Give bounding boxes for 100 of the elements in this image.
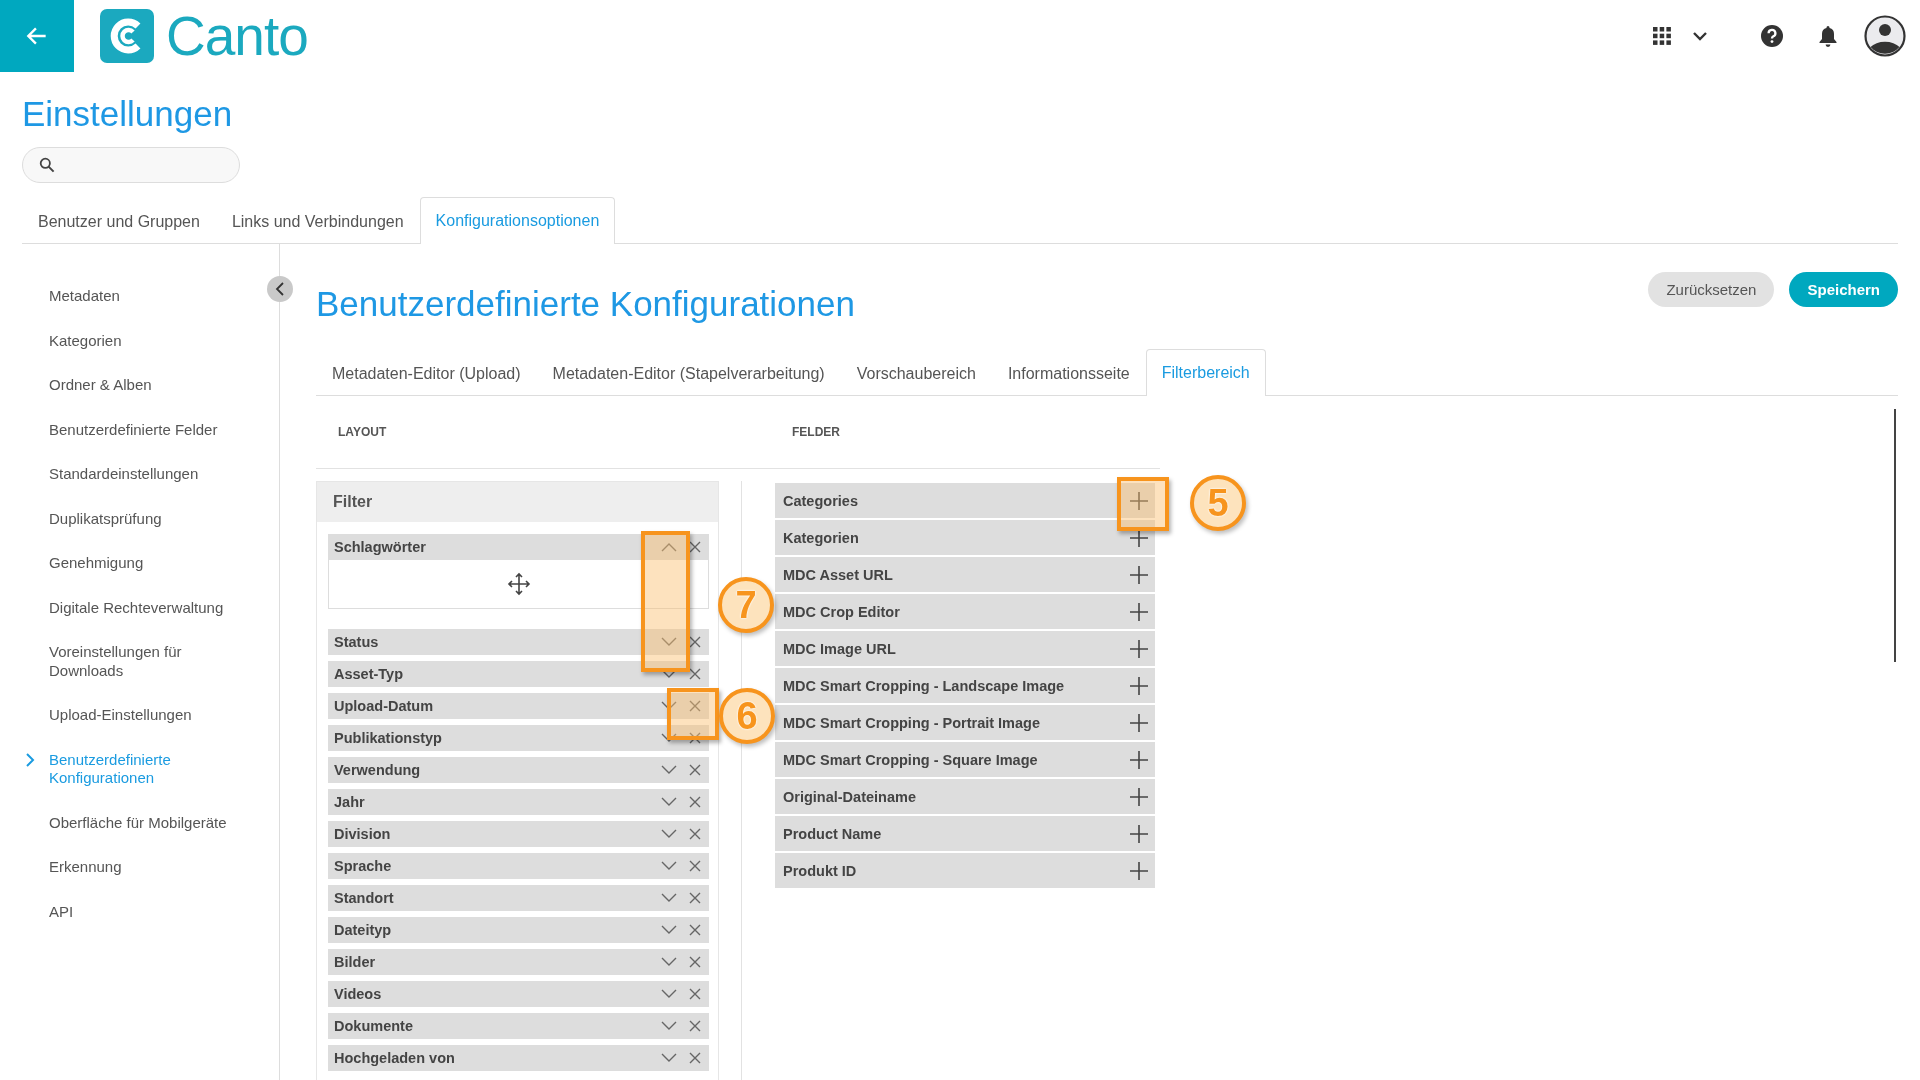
- plus-icon[interactable]: [1130, 824, 1148, 843]
- close-icon[interactable]: [689, 764, 701, 776]
- chevron-down-icon[interactable]: [661, 701, 677, 711]
- sidebar-item[interactable]: Digitale Rechteverwaltung: [49, 598, 224, 617]
- sidebar-item[interactable]: Upload-Einstellungen: [49, 706, 192, 725]
- sidebar-item[interactable]: Erkennung: [49, 858, 122, 877]
- sidebar-item[interactable]: Oberfläche für Mobilgeräte: [49, 813, 227, 832]
- chevron-down-icon[interactable]: [661, 1053, 677, 1063]
- chevron-down-icon[interactable]: [661, 1021, 677, 1031]
- field-row[interactable]: Original-Dateiname: [775, 779, 1155, 814]
- plus-icon[interactable]: [1130, 565, 1148, 584]
- field-row[interactable]: MDC Crop Editor: [775, 594, 1155, 629]
- app-grid-icon[interactable]: [1652, 26, 1672, 46]
- chevron-down-icon[interactable]: [661, 957, 677, 967]
- sidebar-item[interactable]: Duplikatsprüfung: [49, 509, 162, 528]
- field-row[interactable]: MDC Asset URL: [775, 557, 1155, 592]
- close-icon[interactable]: [689, 988, 701, 1000]
- close-icon[interactable]: [689, 828, 701, 840]
- move-icon[interactable]: [506, 572, 531, 596]
- bell-icon[interactable]: [1818, 24, 1838, 48]
- chevron-down-icon[interactable]: [661, 797, 677, 807]
- plus-icon[interactable]: [1130, 713, 1148, 732]
- filter-label: Asset-Typ: [334, 666, 405, 682]
- tab[interactable]: Links und Verbindungen: [215, 198, 420, 244]
- filter-row[interactable]: Bilder: [328, 949, 709, 975]
- chevron-down-icon[interactable]: [661, 893, 677, 903]
- scrollbar[interactable]: [1894, 409, 1896, 662]
- field-row[interactable]: Product Name: [775, 816, 1155, 851]
- search-field[interactable]: [22, 147, 240, 183]
- tab[interactable]: Metadaten-Editor (Stapelverarbeitung): [536, 350, 841, 396]
- filter-row[interactable]: Asset-Typ: [328, 661, 709, 687]
- close-icon[interactable]: [689, 636, 701, 648]
- avatar-icon[interactable]: [1864, 15, 1906, 57]
- field-row[interactable]: Kategorien: [775, 520, 1155, 555]
- field-row[interactable]: MDC Smart Cropping - Portrait Image: [775, 705, 1155, 740]
- field-row[interactable]: MDC Smart Cropping - Landscape Image: [775, 668, 1155, 703]
- sidebar-item[interactable]: Metadaten: [49, 287, 120, 306]
- sidebar-item[interactable]: Genehmigung: [49, 554, 144, 573]
- field-row[interactable]: MDC Image URL: [775, 631, 1155, 666]
- sidebar-item[interactable]: Ordner & Alben: [49, 376, 152, 395]
- close-icon[interactable]: [689, 924, 701, 936]
- chevron-down-icon[interactable]: [661, 765, 677, 775]
- section-title: Benutzerdefinierte Konfigurationen: [316, 284, 855, 324]
- field-row[interactable]: Produkt ID: [775, 853, 1155, 888]
- close-icon[interactable]: [689, 956, 701, 968]
- collapse-button[interactable]: [267, 276, 293, 302]
- filter-row[interactable]: Hochgeladen von: [328, 1045, 709, 1071]
- filter-label: Sprache: [334, 858, 393, 874]
- tab[interactable]: Informationsseite: [991, 350, 1146, 396]
- reset-button[interactable]: Zurücksetzen: [1648, 272, 1775, 307]
- chevron-down-icon[interactable]: [661, 829, 677, 839]
- plus-icon[interactable]: [1130, 750, 1148, 769]
- plus-icon[interactable]: [1130, 787, 1148, 806]
- sidebar-item[interactable]: Benutzerdefinierte Felder: [49, 420, 218, 439]
- chevron-left-icon: [275, 282, 285, 296]
- chevron-down-icon[interactable]: [661, 925, 677, 935]
- help-icon[interactable]: [1760, 24, 1784, 48]
- filter-row[interactable]: Publikationstyp: [328, 725, 709, 751]
- plus-icon[interactable]: [1130, 861, 1148, 880]
- sidebar-item[interactable]: API: [49, 902, 74, 921]
- chevron-right-icon: [25, 751, 35, 768]
- sidebar-item[interactable]: Standardeinstellungen: [49, 465, 199, 484]
- filter-row[interactable]: Status: [328, 629, 709, 655]
- chevron-down-icon[interactable]: [661, 861, 677, 871]
- chevron-down-icon[interactable]: [661, 669, 677, 679]
- filter-label: Bilder: [334, 954, 377, 970]
- close-icon[interactable]: [689, 796, 701, 808]
- filter-row[interactable]: Standort: [328, 885, 709, 911]
- tab[interactable]: Vorschaubereich: [840, 350, 992, 396]
- chevron-down-icon[interactable]: [661, 733, 677, 743]
- close-icon[interactable]: [689, 860, 701, 872]
- close-icon[interactable]: [689, 1020, 701, 1032]
- chevron-down-icon[interactable]: [661, 989, 677, 999]
- plus-icon[interactable]: [1130, 528, 1148, 547]
- filter-row[interactable]: Sprache: [328, 853, 709, 879]
- tab[interactable]: Benutzer und Gruppen: [22, 198, 216, 244]
- field-row[interactable]: MDC Smart Cropping - Square Image: [775, 742, 1155, 777]
- filter-row[interactable]: Dateityp: [328, 917, 709, 943]
- search-icon: [39, 157, 55, 173]
- column-heading: FELDER: [791, 425, 841, 439]
- close-icon[interactable]: [689, 892, 701, 904]
- filter-row[interactable]: Videos: [328, 981, 709, 1007]
- filter-row[interactable]: Dokumente: [328, 1013, 709, 1039]
- sidebar-item[interactable]: Voreinstellungen für Downloads: [49, 643, 249, 680]
- filter-row[interactable]: Verwendung: [328, 757, 709, 783]
- close-icon[interactable]: [689, 732, 701, 744]
- sidebar-item[interactable]: Kategorien: [49, 331, 122, 350]
- filter-row[interactable]: Upload-Datum: [328, 693, 709, 719]
- filter-row[interactable]: Schlagwörter: [328, 534, 709, 560]
- field-row[interactable]: Categories: [775, 483, 1155, 518]
- filter-row[interactable]: Jahr: [328, 789, 709, 815]
- close-icon[interactable]: [689, 541, 701, 553]
- filter-row[interactable]: Division: [328, 821, 709, 847]
- close-icon[interactable]: [689, 1052, 701, 1064]
- plus-icon[interactable]: [1130, 639, 1148, 658]
- plus-icon[interactable]: [1130, 676, 1148, 695]
- tab[interactable]: Metadaten-Editor (Upload): [316, 350, 537, 396]
- plus-icon[interactable]: [1130, 602, 1148, 621]
- caret-down-icon[interactable]: [1692, 31, 1708, 41]
- close-icon[interactable]: [689, 668, 701, 680]
